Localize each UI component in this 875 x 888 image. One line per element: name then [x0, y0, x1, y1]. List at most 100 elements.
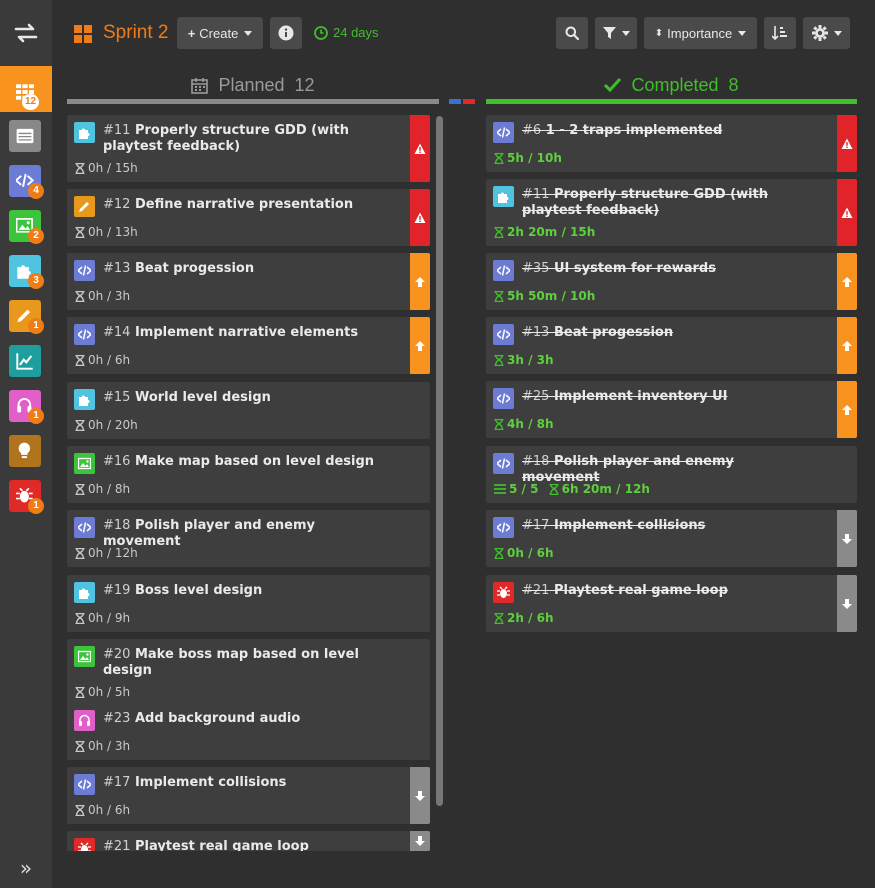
- swap-icon[interactable]: [0, 0, 52, 66]
- card-title-text: Polish player and enemy movement: [103, 518, 315, 549]
- sidebar-badge-writing: 1: [28, 318, 44, 334]
- card-title-text: Polish player and enemy movement: [522, 454, 734, 485]
- card-number: #13: [522, 325, 550, 340]
- planned-card[interactable]: #18 Polish player and enemy movement 0h /…: [67, 510, 430, 567]
- card-number: #25: [522, 389, 550, 404]
- sort-order-button[interactable]: [764, 17, 796, 49]
- card-time: 0h / 6h: [494, 546, 554, 560]
- sidebar-item-analytics[interactable]: [9, 345, 41, 377]
- hourglass-icon: [75, 226, 85, 238]
- hourglass-icon: [75, 419, 85, 431]
- card-title-text: Boss level design: [134, 583, 263, 598]
- planned-card[interactable]: #20 Make boss map based on level design 0…: [67, 639, 430, 706]
- card-time-text: 0h / 8h: [88, 482, 131, 496]
- planned-count: 12: [294, 74, 315, 95]
- create-button[interactable]: + Create: [177, 17, 263, 49]
- priority-marker: [410, 317, 430, 374]
- settings-button[interactable]: [803, 17, 850, 49]
- planned-card[interactable]: #16 Make map based on level design 0h / 8…: [67, 446, 430, 503]
- card-title-text: Properly structure GDD (with playtest fe…: [522, 187, 769, 218]
- planned-card[interactable]: #23 Add background audio 0h / 3h: [67, 703, 430, 760]
- card-number: #15: [103, 390, 131, 405]
- sidebar-item-ideas[interactable]: [9, 435, 41, 467]
- planned-column-header[interactable]: Planned 12: [67, 70, 439, 100]
- completed-card[interactable]: #17 Implement collisions 0h / 6h: [486, 510, 857, 567]
- completed-card[interactable]: #21 Playtest real game loop 2h / 6h: [486, 575, 857, 632]
- calendar-icon: [191, 77, 209, 94]
- card-time: 2h / 6h: [494, 611, 554, 625]
- sidebar-item-backlog[interactable]: [9, 120, 41, 152]
- plus-icon: +: [187, 25, 196, 41]
- hourglass-icon: [494, 612, 504, 624]
- hourglass-icon: [494, 226, 504, 238]
- card-title-text: Define narrative presentation: [134, 197, 354, 212]
- card-number: #16: [103, 454, 131, 469]
- planned-card[interactable]: #21 Playtest real game loop: [67, 831, 430, 851]
- card-time-text: 0h / 15h: [88, 161, 138, 175]
- completed-card[interactable]: #25 Implement inventory UI 4h / 8h: [486, 381, 857, 438]
- hourglass-icon: [494, 354, 504, 366]
- audio-type-icon: [74, 710, 95, 731]
- card-time-text: 0h / 20h: [88, 418, 138, 432]
- check-icon: [604, 78, 622, 92]
- completed-card[interactable]: #18 Polish player and enemy movement 5 / …: [486, 446, 857, 503]
- completed-column-header[interactable]: Completed 8: [486, 70, 857, 100]
- completed-card[interactable]: #6 1 - 2 traps implemented 5h / 10h: [486, 115, 857, 172]
- card-title-text: Beat progession: [553, 325, 674, 340]
- filter-button[interactable]: [595, 17, 637, 49]
- card-title: #21 Playtest real game loop: [522, 583, 813, 599]
- hourglass-icon: [75, 547, 85, 559]
- card-time-text: 3h / 3h: [507, 353, 554, 367]
- completed-label: Completed: [631, 74, 719, 95]
- warning-icon: [414, 212, 426, 223]
- card-title: #12 Define narrative presentation: [103, 197, 386, 213]
- sort-label: Importance: [667, 25, 733, 41]
- card-number: #19: [103, 583, 131, 598]
- review-column-bar[interactable]: [463, 99, 475, 104]
- card-title-text: Implement collisions: [134, 775, 287, 790]
- planned-card[interactable]: #19 Boss level design 0h / 9h: [67, 575, 430, 632]
- planned-card[interactable]: #12 Define narrative presentation 0h / 13…: [67, 189, 430, 246]
- planned-scrollbar[interactable]: [436, 116, 443, 806]
- completed-card[interactable]: #13 Beat progession 3h / 3h: [486, 317, 857, 374]
- card-time: 4h / 8h: [494, 417, 554, 431]
- sprint-duration: 24 days: [314, 25, 379, 40]
- sprint-title[interactable]: Sprint 2: [103, 22, 168, 44]
- card-time: 0h / 6h: [75, 353, 130, 367]
- card-title: #23 Add background audio: [103, 711, 386, 727]
- completed-card[interactable]: #11 Properly structure GDD (with playtes…: [486, 179, 857, 246]
- card-time: 0h / 13h: [75, 225, 138, 239]
- expand-sidebar-button[interactable]: »: [0, 856, 52, 880]
- search-button[interactable]: [556, 17, 588, 49]
- hourglass-icon: [75, 483, 85, 495]
- arrow-up-icon: [415, 340, 425, 351]
- bug-type-icon: [74, 838, 95, 851]
- puzzle-type-icon: [74, 582, 95, 603]
- sidebar-badge-art: 2: [28, 228, 44, 244]
- card-number: #17: [103, 775, 131, 790]
- card-time: 0h / 15h: [75, 161, 138, 175]
- card-number: #20: [103, 647, 131, 662]
- completed-card[interactable]: #35 UI system for rewards 5h 50m / 10h: [486, 253, 857, 310]
- sort-button[interactable]: ⬍ Importance: [644, 17, 757, 49]
- card-title: #13 Beat progession: [103, 261, 386, 277]
- card-time-text: 2h / 6h: [507, 611, 554, 625]
- arrow-down-icon: [842, 533, 852, 544]
- arrow-up-icon: [415, 276, 425, 287]
- card-number: #21: [103, 839, 131, 851]
- card-title: #14 Implement narrative elements: [103, 325, 386, 341]
- planned-card[interactable]: #14 Implement narrative elements 0h / 6h: [67, 317, 430, 374]
- card-time-text: 0h / 5h: [88, 685, 131, 699]
- card-title: #25 Implement inventory UI: [522, 389, 813, 405]
- planned-card[interactable]: #11 Properly structure GDD (with playtes…: [67, 115, 430, 182]
- planned-card[interactable]: #13 Beat progession 0h / 3h: [67, 253, 430, 310]
- card-title-text: Add background audio: [134, 711, 301, 726]
- planned-card[interactable]: #15 World level design 0h / 20h: [67, 382, 430, 439]
- in-progress-column-bar[interactable]: [449, 99, 461, 104]
- card-number: #13: [103, 261, 131, 276]
- planned-card[interactable]: #17 Implement collisions 0h / 6h: [67, 767, 430, 824]
- card-number: #23: [103, 711, 131, 726]
- info-button[interactable]: [270, 17, 302, 49]
- sort-order-icon: [772, 26, 787, 41]
- card-title: #35 UI system for rewards: [522, 261, 813, 277]
